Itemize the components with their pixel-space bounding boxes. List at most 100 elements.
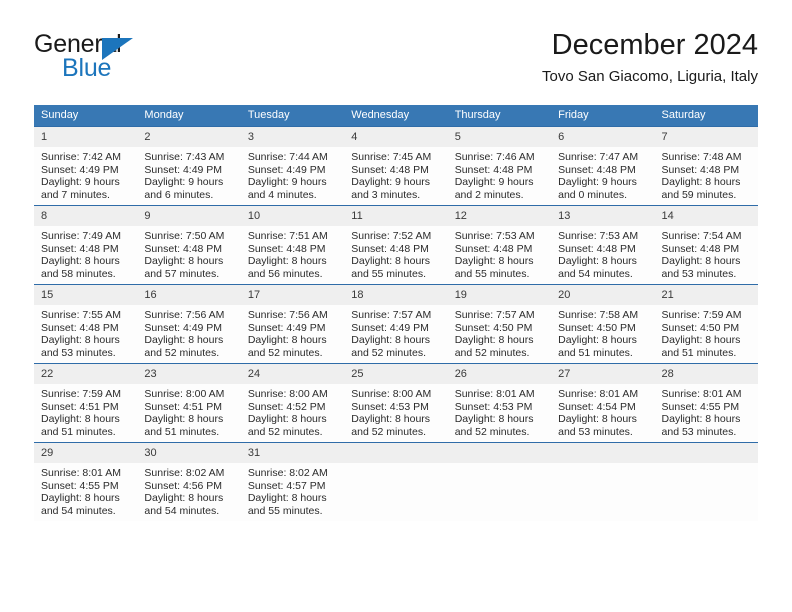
day-daylight-1-text: Daylight: 8 hours: [351, 413, 431, 426]
calendar-day-cell[interactable]: 18 Sunrise: 7:57 AM Sunset: 4:49 PM Dayligh…: [344, 284, 448, 364]
calendar-day-cell[interactable]: 29 Sunrise: 8:01 AM Sunset: 4:55 PM Dayligh…: [34, 442, 138, 521]
day-daylight-2-text: and 6 minutes.: [144, 189, 214, 202]
day-daylight-1-text: Daylight: 8 hours: [351, 255, 431, 268]
day-details: Sunrise: 7:56 AM Sunset: 4:49 PM Daylight:…: [137, 305, 240, 360]
day-details: Sunrise: 7:56 AM Sunset: 4:49 PM Daylight:…: [241, 305, 344, 360]
day-number: 9: [137, 206, 241, 226]
calendar-page: General Blue December 2024 Tovo San Giac…: [0, 0, 792, 612]
day-number: 5: [447, 127, 552, 147]
weekday-header-sunday: Sunday: [34, 105, 138, 127]
calendar-day-cell[interactable]: 7 Sunrise: 7:48 AM Sunset: 4:48 PM Daylight…: [654, 126, 758, 206]
day-daylight-2-text: and 54 minutes.: [144, 505, 220, 518]
calendar-week-row: 15 Sunrise: 7:55 AM Sunset: 4:48 PM Dayligh…: [34, 284, 758, 364]
calendar-week-row: 1 Sunrise: 7:42 AM Sunset: 4:49 PM Daylight…: [34, 126, 758, 206]
day-daylight-1-text: Daylight: 8 hours: [41, 413, 120, 426]
day-number: 20: [551, 285, 655, 305]
weekday-header-tuesday: Tuesday: [240, 105, 345, 127]
day-cell-inner: 2 Sunrise: 7:43 AM Sunset: 4:49 PM Daylight…: [137, 127, 241, 205]
calendar-day-cell[interactable]: 19 Sunrise: 7:57 AM Sunset: 4:50 PM Dayligh…: [447, 284, 552, 364]
day-details: [448, 463, 551, 467]
calendar-day-cell[interactable]: 2 Sunrise: 7:43 AM Sunset: 4:49 PM Daylight…: [137, 126, 241, 206]
day-sunrise-text: Sunrise: 7:52 AM: [351, 230, 432, 242]
day-details: [655, 463, 758, 467]
day-daylight-2-text: and 4 minutes.: [247, 189, 317, 202]
day-daylight-1-text: Daylight: 8 hours: [41, 334, 120, 347]
day-cell-inner: 27 Sunrise: 8:01 AM Sunset: 4:54 PM Dayligh…: [551, 364, 655, 442]
logo-text-blue: Blue: [62, 54, 112, 82]
calendar-day-cell[interactable]: 16 Sunrise: 7:56 AM Sunset: 4:49 PM Dayligh…: [137, 284, 241, 364]
calendar-day-cell[interactable]: 14 Sunrise: 7:54 AM Sunset: 4:48 PM Dayligh…: [654, 205, 758, 285]
day-number: [344, 443, 448, 463]
day-sunset-text: Sunset: 4:48 PM: [41, 242, 119, 255]
calendar-day-cell[interactable]: 31 Sunrise: 8:02 AM Sunset: 4:57 PM Dayligh…: [240, 442, 345, 521]
calendar-day-cell[interactable]: [654, 442, 758, 521]
calendar-day-cell[interactable]: 21 Sunrise: 7:59 AM Sunset: 4:50 PM Dayligh…: [654, 284, 758, 364]
calendar-day-cell[interactable]: 28 Sunrise: 8:01 AM Sunset: 4:55 PM Dayligh…: [654, 363, 758, 443]
day-daylight-1-text: Daylight: 8 hours: [247, 413, 327, 426]
day-number: [654, 443, 758, 463]
day-sunset-text: Sunset: 4:49 PM: [144, 163, 223, 176]
title-block: December 2024 Tovo San Giacomo, Liguria,…: [542, 28, 758, 88]
calendar-day-cell[interactable]: 6 Sunrise: 7:47 AM Sunset: 4:48 PM Daylight…: [551, 126, 655, 206]
day-cell-inner: 9 Sunrise: 7:50 AM Sunset: 4:48 PM Daylight…: [137, 206, 241, 284]
day-sunrise-text: Sunrise: 7:43 AM: [144, 151, 225, 163]
calendar-day-cell[interactable]: 30 Sunrise: 8:02 AM Sunset: 4:56 PM Dayligh…: [137, 442, 241, 521]
day-details: Sunrise: 8:01 AM Sunset: 4:53 PM Daylight:…: [448, 384, 551, 439]
calendar-day-cell[interactable]: 10 Sunrise: 7:51 AM Sunset: 4:48 PM Dayligh…: [240, 205, 345, 285]
calendar-day-cell[interactable]: [447, 442, 552, 521]
calendar-day-cell[interactable]: [551, 442, 655, 521]
day-sunset-text: Sunset: 4:49 PM: [247, 321, 326, 334]
calendar-day-cell[interactable]: 20 Sunrise: 7:58 AM Sunset: 4:50 PM Dayligh…: [551, 284, 655, 364]
day-cell-inner: 21 Sunrise: 7:59 AM Sunset: 4:50 PM Dayligh…: [654, 285, 758, 363]
day-details: Sunrise: 8:00 AM Sunset: 4:51 PM Daylight:…: [137, 384, 240, 439]
calendar-day-cell[interactable]: 17 Sunrise: 7:56 AM Sunset: 4:49 PM Dayligh…: [240, 284, 345, 364]
day-number: 12: [447, 206, 552, 226]
day-sunset-text: Sunset: 4:56 PM: [144, 479, 223, 492]
day-number: 19: [447, 285, 552, 305]
calendar-day-cell[interactable]: 22 Sunrise: 7:59 AM Sunset: 4:51 PM Dayligh…: [34, 363, 138, 443]
calendar-day-cell[interactable]: 1 Sunrise: 7:42 AM Sunset: 4:49 PM Daylight…: [34, 126, 138, 206]
calendar-day-cell[interactable]: 24 Sunrise: 8:00 AM Sunset: 4:52 PM Dayligh…: [240, 363, 345, 443]
day-daylight-1-text: Daylight: 9 hours: [558, 176, 637, 189]
calendar-day-cell[interactable]: 13 Sunrise: 7:53 AM Sunset: 4:48 PM Dayligh…: [551, 205, 655, 285]
calendar-day-cell[interactable]: 12 Sunrise: 7:53 AM Sunset: 4:48 PM Dayligh…: [447, 205, 552, 285]
day-cell-inner: 26 Sunrise: 8:01 AM Sunset: 4:53 PM Dayligh…: [447, 364, 552, 442]
calendar-day-cell[interactable]: 11 Sunrise: 7:52 AM Sunset: 4:48 PM Dayligh…: [344, 205, 448, 285]
day-details: Sunrise: 8:00 AM Sunset: 4:53 PM Daylight:…: [344, 384, 447, 439]
calendar-day-cell[interactable]: 25 Sunrise: 8:00 AM Sunset: 4:53 PM Dayligh…: [344, 363, 448, 443]
day-sunset-text: Sunset: 4:48 PM: [661, 242, 740, 255]
day-sunset-text: Sunset: 4:48 PM: [661, 163, 740, 176]
calendar-day-cell[interactable]: 26 Sunrise: 8:01 AM Sunset: 4:53 PM Dayligh…: [447, 363, 552, 443]
day-number: 16: [137, 285, 241, 305]
calendar-day-cell[interactable]: 5 Sunrise: 7:46 AM Sunset: 4:48 PM Daylight…: [447, 126, 552, 206]
day-sunrise-text: Sunrise: 7:47 AM: [558, 151, 639, 163]
day-number: 14: [654, 206, 758, 226]
day-sunrise-text: Sunrise: 8:01 AM: [558, 388, 639, 400]
calendar-day-cell[interactable]: 27 Sunrise: 8:01 AM Sunset: 4:54 PM Dayligh…: [551, 363, 655, 443]
calendar-day-cell[interactable]: 15 Sunrise: 7:55 AM Sunset: 4:48 PM Dayligh…: [34, 284, 138, 364]
day-cell-inner: 20 Sunrise: 7:58 AM Sunset: 4:50 PM Dayligh…: [551, 285, 655, 363]
day-cell-inner: 18 Sunrise: 7:57 AM Sunset: 4:49 PM Dayligh…: [344, 285, 448, 363]
day-daylight-2-text: and 59 minutes.: [661, 189, 737, 202]
day-sunset-text: Sunset: 4:48 PM: [558, 163, 636, 176]
calendar-day-cell[interactable]: [344, 442, 448, 521]
day-daylight-2-text: and 52 minutes.: [454, 426, 530, 439]
day-cell-inner: 1 Sunrise: 7:42 AM Sunset: 4:49 PM Daylight…: [34, 127, 138, 205]
day-details: Sunrise: 7:55 AM Sunset: 4:48 PM Daylight:…: [34, 305, 137, 360]
day-daylight-2-text: and 2 minutes.: [454, 189, 524, 202]
day-sunset-text: Sunset: 4:48 PM: [558, 242, 636, 255]
day-sunrise-text: Sunrise: 7:57 AM: [351, 309, 432, 321]
day-sunset-text: Sunset: 4:48 PM: [247, 242, 326, 255]
day-cell-inner: 23 Sunrise: 8:00 AM Sunset: 4:51 PM Dayligh…: [137, 364, 241, 442]
calendar-day-cell[interactable]: 9 Sunrise: 7:50 AM Sunset: 4:48 PM Daylight…: [137, 205, 241, 285]
day-cell-inner: 24 Sunrise: 8:00 AM Sunset: 4:52 PM Dayligh…: [240, 364, 345, 442]
day-daylight-1-text: Daylight: 9 hours: [144, 176, 224, 189]
day-daylight-2-text: and 52 minutes.: [144, 347, 220, 360]
calendar-day-cell[interactable]: 3 Sunrise: 7:44 AM Sunset: 4:49 PM Daylight…: [240, 126, 345, 206]
weekday-header-monday: Monday: [137, 105, 241, 127]
day-daylight-1-text: Daylight: 8 hours: [454, 334, 534, 347]
calendar-day-cell[interactable]: 4 Sunrise: 7:45 AM Sunset: 4:48 PM Daylight…: [344, 126, 448, 206]
day-sunset-text: Sunset: 4:49 PM: [41, 163, 119, 176]
calendar-day-cell[interactable]: 8 Sunrise: 7:49 AM Sunset: 4:48 PM Daylight…: [34, 205, 138, 285]
calendar-day-cell[interactable]: 23 Sunrise: 8:00 AM Sunset: 4:51 PM Dayligh…: [137, 363, 241, 443]
